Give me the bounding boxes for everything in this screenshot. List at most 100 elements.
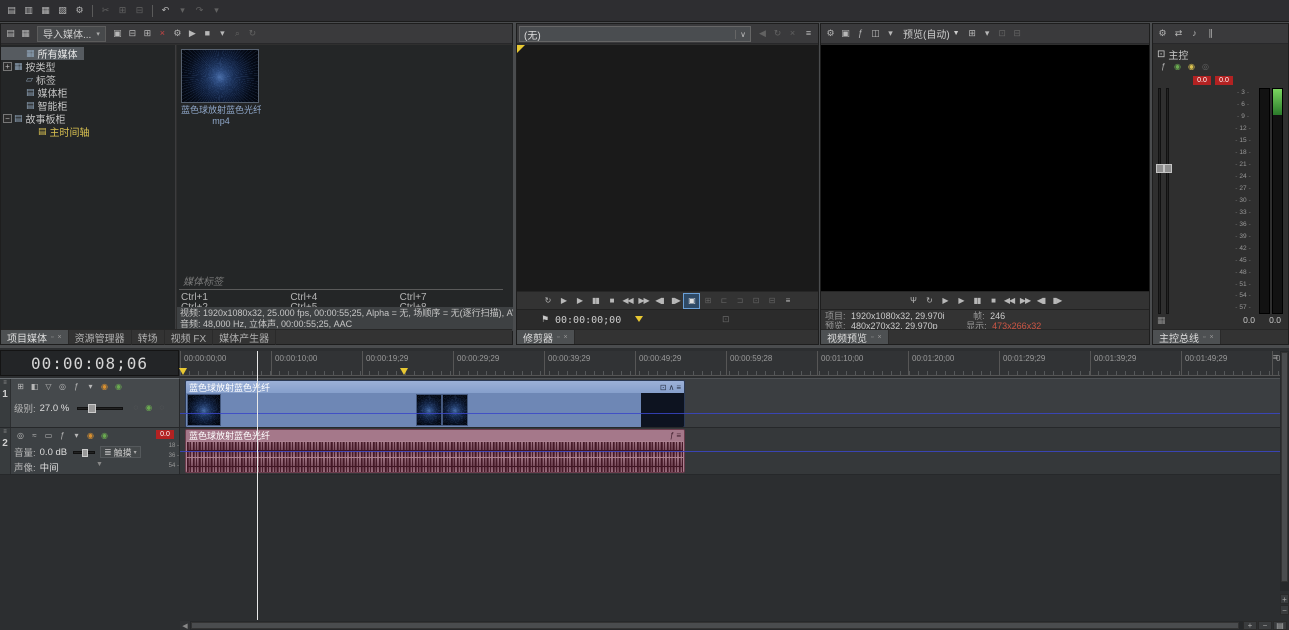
envelope-more-icon[interactable]: ◌ bbox=[155, 402, 168, 414]
zoom-in-button[interactable]: + bbox=[1243, 621, 1257, 630]
volume-fader[interactable] bbox=[73, 451, 95, 454]
track1-header[interactable]: ≡ 1 ⊞◧▽◎ƒ▾◉◉ 级别: 27.0 % ◌◉◌ bbox=[0, 378, 180, 428]
zoom-tool-button[interactable]: ▤ bbox=[1273, 621, 1287, 630]
go-to-end-button[interactable]: ▶▶ bbox=[636, 294, 651, 308]
trimmer-display[interactable] bbox=[517, 45, 818, 291]
clip-fx-icon[interactable]: ƒ bbox=[670, 431, 674, 440]
audio-clip-header[interactable]: 蓝色球放射蓝色光纤 ƒ≡ bbox=[186, 430, 684, 441]
go-to-end-button[interactable]: ▶▶ bbox=[1018, 294, 1033, 308]
track2-header[interactable]: ≡ 2 ◎≈▭ƒ▾◉◉ 0.0 音量: 0.0 dB ≣ 触摸 ▾ 声像: 中间… bbox=[0, 428, 180, 475]
float-window-icon[interactable]: ▫ bbox=[871, 334, 873, 341]
loop-region-marker[interactable] bbox=[179, 368, 187, 379]
trimmer-history-prev-icon[interactable]: ◀ bbox=[755, 26, 770, 40]
bypass-motion-blur-icon[interactable]: ◎ bbox=[56, 381, 69, 393]
solo-button[interactable]: ◉ bbox=[112, 381, 125, 393]
envelope-active-icon[interactable]: ◉ bbox=[142, 402, 155, 414]
play-from-start-button[interactable]: ▶ bbox=[556, 294, 571, 308]
master-properties-gear-icon[interactable]: ⚙ bbox=[1155, 27, 1170, 41]
open-in-timeline-button[interactable]: ▣ bbox=[684, 294, 699, 308]
video-clip[interactable]: 蓝色球放射蓝色光纤 ⊡∧≡ bbox=[185, 380, 685, 428]
extract-audio-icon[interactable]: ⊞ bbox=[140, 27, 155, 41]
tree-item-main-timeline[interactable]: ▤ 主时间轴 bbox=[1, 125, 96, 138]
close-icon[interactable]: × bbox=[563, 334, 567, 341]
external-monitor-icon[interactable]: ▣ bbox=[838, 27, 853, 41]
track-gain-badge[interactable]: 0.0 bbox=[156, 430, 174, 439]
float-window-icon[interactable]: ▫ bbox=[557, 334, 559, 341]
add-to-timeline-button[interactable]: ⊡ bbox=[748, 294, 763, 308]
loop-playback-button[interactable]: ↻ bbox=[540, 294, 555, 308]
video-clip-header[interactable]: 蓝色球放射蓝色光纤 ⊡∧≡ bbox=[186, 381, 684, 393]
separator[interactable] bbox=[152, 5, 153, 17]
save-markers-button[interactable]: ⊞ bbox=[700, 294, 715, 308]
scroll-left-arrow[interactable]: ◀ bbox=[180, 621, 190, 630]
overlays-caret-icon[interactable]: ▾ bbox=[980, 27, 995, 41]
new-project-icon[interactable]: ▤ bbox=[4, 4, 19, 18]
copy-icon[interactable]: ⊞ bbox=[115, 4, 130, 18]
volume-envelope[interactable] bbox=[180, 451, 1280, 452]
trimmer-media-dropdown[interactable]: (无) ∨ bbox=[519, 26, 751, 42]
tree-expand-icon[interactable]: + bbox=[3, 62, 12, 71]
track-fx-icon[interactable]: ƒ bbox=[56, 430, 69, 442]
automation-settings-icon[interactable]: ▾ bbox=[70, 430, 83, 442]
render-as-icon[interactable]: ▨ bbox=[55, 4, 70, 18]
fx-bypass-icon[interactable]: ◉ bbox=[1185, 61, 1198, 73]
pause-button[interactable]: ▮▮ bbox=[970, 294, 985, 308]
mute-button[interactable]: ◉ bbox=[98, 381, 111, 393]
stop-button[interactable]: ■ bbox=[986, 294, 1001, 308]
fx-automation-icon[interactable]: ◉ bbox=[1171, 61, 1184, 73]
media-thumbnail[interactable]: 蓝色球放射蓝色光纤 mp4 bbox=[181, 49, 263, 126]
close-icon[interactable]: × bbox=[1209, 334, 1213, 341]
refresh-icon[interactable]: ↻ bbox=[245, 27, 260, 41]
trimmer-menu-button[interactable]: ≡ bbox=[780, 294, 795, 308]
automation-mode-button[interactable]: ≣ 触摸 ▾ bbox=[100, 446, 141, 458]
preview-quality-button[interactable]: 预览(自动) ▼ bbox=[899, 26, 964, 42]
level-slider-handle[interactable] bbox=[88, 404, 96, 413]
zoom-out-button[interactable]: − bbox=[1258, 621, 1272, 630]
media-new-bin-icon[interactable]: ▦ bbox=[18, 27, 33, 41]
prev-frame-button[interactable]: ◀▮ bbox=[1034, 294, 1049, 308]
clip-take-icon[interactable]: ⊡ bbox=[660, 383, 667, 392]
record-button[interactable]: Ψ bbox=[906, 294, 921, 308]
vertical-scrollbar-thumb[interactable] bbox=[1281, 352, 1288, 582]
next-frame-button[interactable]: ▮▶ bbox=[1050, 294, 1065, 308]
volume-value[interactable]: 0.0 dB bbox=[40, 447, 67, 458]
video-output-fx-icon[interactable]: ƒ bbox=[853, 27, 868, 41]
vertical-zoom-in-button[interactable]: + bbox=[1280, 594, 1289, 604]
tree-expand-icon[interactable]: − bbox=[3, 114, 12, 123]
trimmer-dock-menu-icon[interactable]: ≡ bbox=[801, 26, 816, 40]
cut-icon[interactable]: ✂ bbox=[98, 4, 113, 18]
trimmer-remove-icon[interactable]: × bbox=[785, 26, 800, 40]
play-button[interactable]: ▶ bbox=[572, 294, 587, 308]
timeline-vertical-scrollbar[interactable] bbox=[1280, 351, 1289, 591]
play-button[interactable]: ▶ bbox=[954, 294, 969, 308]
horizontal-scrollbar-thumb[interactable] bbox=[191, 622, 1239, 629]
pan-caret-icon[interactable]: ▼ bbox=[96, 461, 103, 468]
capture-video-icon[interactable]: ⊟ bbox=[125, 27, 140, 41]
bus-fx-icon[interactable]: ƒ bbox=[1157, 61, 1170, 73]
tab-master-bus[interactable]: 主控总线 ▫ × bbox=[1153, 330, 1221, 344]
compositing-mode-icon[interactable]: ◧ bbox=[28, 381, 41, 393]
show-faders-icon[interactable]: ∥ bbox=[1203, 27, 1218, 41]
open-project-icon[interactable]: ▥ bbox=[21, 4, 36, 18]
track-menu-icon[interactable]: ≡ bbox=[3, 380, 7, 386]
media-properties-icon[interactable]: ▣ bbox=[110, 27, 125, 41]
master-gain-right-badge[interactable]: 0.0 bbox=[1215, 76, 1233, 85]
track-menu-icon[interactable]: ≡ bbox=[3, 429, 7, 435]
loop-playback-button[interactable]: ↻ bbox=[922, 294, 937, 308]
tab[interactable]: 资源管理器 bbox=[69, 330, 132, 345]
track-fx-icon[interactable]: ƒ bbox=[70, 381, 83, 393]
normalize-icon[interactable]: ▭ bbox=[42, 430, 55, 442]
media-views-icon[interactable]: ▤ bbox=[3, 27, 18, 41]
redo-caret-icon[interactable]: ▾ bbox=[209, 4, 224, 18]
automation-settings-icon[interactable]: ▾ bbox=[84, 381, 97, 393]
float-window-icon[interactable]: ▫ bbox=[1203, 334, 1205, 341]
track1-content[interactable]: 蓝色球放射蓝色光纤 ⊡∧≡ bbox=[180, 378, 1280, 428]
views-dropdown-icon[interactable]: ▾ bbox=[215, 27, 230, 41]
fader-handle-right[interactable] bbox=[1164, 164, 1172, 173]
timeline-options-icon[interactable]: ≡ bbox=[1273, 352, 1278, 362]
undo-caret-icon[interactable]: ▾ bbox=[175, 4, 190, 18]
timeline-ruler[interactable]: 00:00:00;0000:00:10;0000:00:19;2900:00:2… bbox=[180, 351, 1280, 376]
select-right-button[interactable]: ⊐ bbox=[732, 294, 747, 308]
float-window-icon[interactable]: ▫ bbox=[51, 334, 53, 341]
clip-menu-icon[interactable]: ≡ bbox=[676, 383, 681, 392]
